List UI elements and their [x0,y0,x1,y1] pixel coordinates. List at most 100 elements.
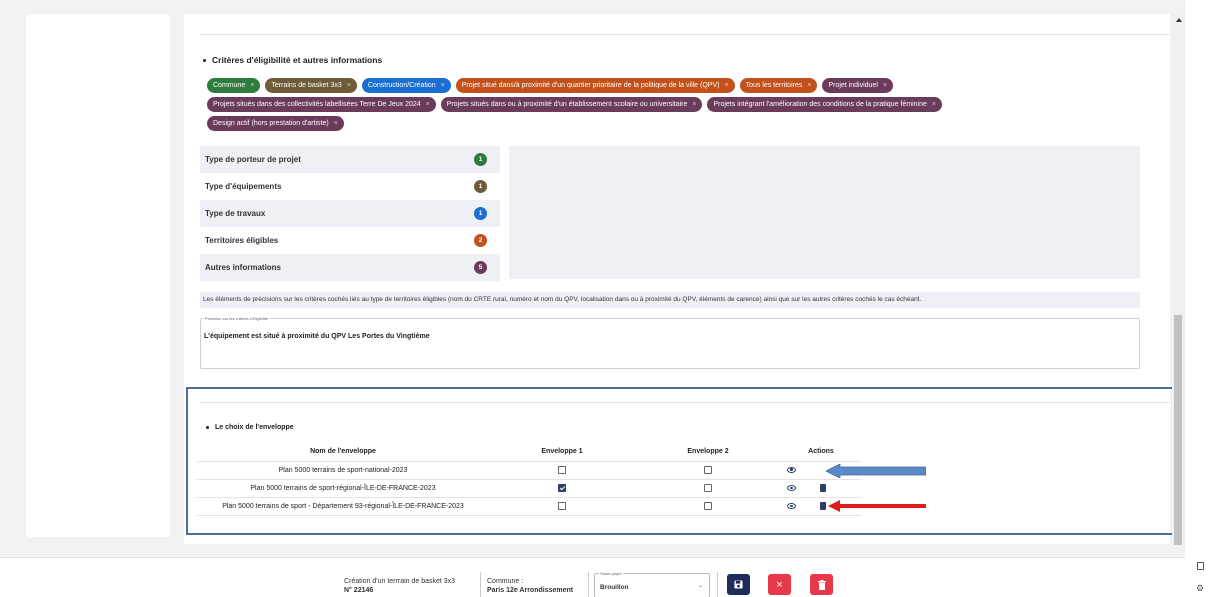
criteria-section-title: Critères d'éligibilité et autres informa… [203,55,382,65]
category-label: Type de travaux [205,209,266,218]
eye-icon[interactable] [787,466,796,473]
commune-label: Commune : [487,578,524,585]
envelope-1-cell [489,460,635,479]
criteria-category-item[interactable]: Type de travaux 1 [200,200,500,227]
chip-label: Tous les territoires [745,82,803,89]
right-side-rail [1185,0,1208,597]
envelope-2-checkbox[interactable] [704,466,712,474]
project-number: N° 22146 [344,587,374,594]
chip-label: Projet individuel [828,82,878,89]
envelope-2-cell [635,460,781,479]
close-icon: × [776,578,783,591]
category-count-badge: 1 [474,153,487,166]
precision-field[interactable]: Précision sur les critères d'éligibilité… [200,316,1140,369]
envelope-1-checkbox[interactable] [558,466,566,474]
commune-value: Paris 12e Arrondissement [487,587,574,594]
chip-label: Projet situé dans/à proximité d'un quart… [461,82,720,89]
criteria-chip[interactable]: Design actif (hors prestation d'artiste)… [207,116,344,131]
chip-row: Design actif (hors prestation d'artiste)… [207,116,1077,131]
panel-toggle-icon[interactable] [1197,562,1204,570]
envelope-1-cell [489,478,635,497]
envelope-section-title: Le choix de l'enveloppe [206,424,294,431]
chip-remove-icon[interactable]: × [426,101,430,108]
eye-icon[interactable] [787,485,796,491]
criteria-chip[interactable]: Commune × [207,78,261,93]
chip-remove-icon[interactable]: × [334,120,338,127]
chip-remove-icon[interactable]: × [807,82,811,89]
footer-project-info: Création d'un terrrain de basket 3x3 N° … [344,577,455,595]
envelope-2-checkbox[interactable] [704,484,712,492]
precision-help-text: Les éléments de précisions sur les critè… [200,292,1140,308]
chip-remove-icon[interactable]: × [883,82,887,89]
chip-label: Projets situés dans ou à proximité d'un … [446,101,688,108]
chip-row: Commune × Terrains de basket 3x3 × Construct… [207,78,1077,93]
envelope-2-cell [635,496,781,516]
criteria-chip[interactable]: Tous les territoires × [739,78,818,93]
footer-separator [717,572,718,597]
envelope-table-body: Plan 5000 terrains de sport-national-202… [197,460,861,516]
criteria-chip[interactable]: Construction/Création × [361,78,451,93]
table-row: Plan 5000 terrains de sport - Départemen… [197,496,861,516]
criteria-chip[interactable]: Projet situé dans/à proximité d'un quart… [455,78,735,93]
footer-commune: Commune : Paris 12e Arrondissement [487,577,573,595]
criteria-category-item[interactable]: Type de porteur de projet 1 [200,146,500,173]
chip-remove-icon[interactable]: × [347,82,351,89]
chip-remove-icon[interactable]: × [724,82,728,89]
chip-label: Terrains de basket 3x3 [271,82,342,89]
criteria-chip[interactable]: Projets intégrant l'amélioration des con… [707,97,942,112]
category-label: Type de porteur de projet [205,155,301,164]
scroll-up-arrow-icon[interactable] [1176,18,1182,22]
status-value: Brouillon [600,584,629,591]
chip-remove-icon[interactable]: × [932,101,936,108]
table-row: Plan 5000 terrains de sport-régional-ÎLE… [197,478,861,497]
col-header-env2: Enveloppe 2 [687,448,729,456]
col-header-actions: Actions [808,448,834,456]
divider [200,402,1170,403]
category-count-badge: 5 [474,261,487,274]
criteria-chip[interactable]: Projets situés dans des collectivités la… [207,97,436,112]
category-count-badge: 2 [474,234,487,247]
actions-cell [781,478,861,497]
chip-label: Projets intégrant l'amélioration des con… [713,101,927,108]
chip-remove-icon[interactable]: × [441,82,445,89]
save-button[interactable] [727,574,750,595]
criteria-category-item[interactable]: Type d'équipements 1 [200,173,500,200]
eye-icon[interactable] [787,503,796,509]
chip-label: Projets situés dans des collectivités la… [213,101,421,108]
document-icon[interactable] [820,502,826,510]
envelope-2-checkbox[interactable] [704,502,712,510]
chip-label: Commune [213,82,246,89]
floppy-disk-icon [734,580,743,589]
envelope-1-checkbox[interactable] [558,502,566,510]
document-icon[interactable] [820,484,826,492]
cancel-button[interactable]: × [768,574,791,595]
gear-icon[interactable]: ⚙ [1196,583,1204,594]
table-row: Plan 5000 terrains de sport-national-202… [197,460,861,479]
criteria-chip[interactable]: Terrains de basket 3x3 × [265,78,357,93]
envelope-2-cell [635,478,781,497]
chip-remove-icon[interactable]: × [250,82,254,89]
chip-remove-icon[interactable]: × [692,101,696,108]
precision-field-label: Précision sur les critères d'éligibilité [204,316,270,321]
envelope-1-checkbox[interactable] [558,484,566,492]
status-select[interactable]: Statut projet Brouillon ⌄ [594,571,710,597]
footer-separator [588,572,589,597]
divider [200,34,1170,35]
delete-button[interactable] [810,574,833,595]
envelope-name: Plan 5000 terrains de sport-national-202… [197,460,489,479]
chip-row: Projets situés dans des collectivités la… [207,97,1077,112]
criteria-detail-panel [509,146,1140,279]
envelope-table: Nom de l'enveloppe Enveloppe 1 Enveloppe… [197,443,861,516]
footer-bar [0,557,1185,597]
category-count-badge: 1 [474,207,487,220]
envelope-title-text: Le choix de l'enveloppe [215,424,294,431]
status-label: Statut projet [599,571,623,576]
criteria-category-item[interactable]: Autres informations 5 [200,254,500,281]
category-label: Autres informations [205,263,282,272]
criteria-chip[interactable]: Projets situés dans ou à proximité d'un … [440,97,703,112]
criteria-chip[interactable]: Projet individuel × [822,78,893,93]
scrollbar-thumb[interactable] [1174,315,1182,545]
category-label: Territoires éligibles [205,236,279,245]
criteria-category-item[interactable]: Territoires éligibles 2 [200,227,500,254]
envelope-name: Plan 5000 terrains de sport - Départemen… [197,496,489,516]
